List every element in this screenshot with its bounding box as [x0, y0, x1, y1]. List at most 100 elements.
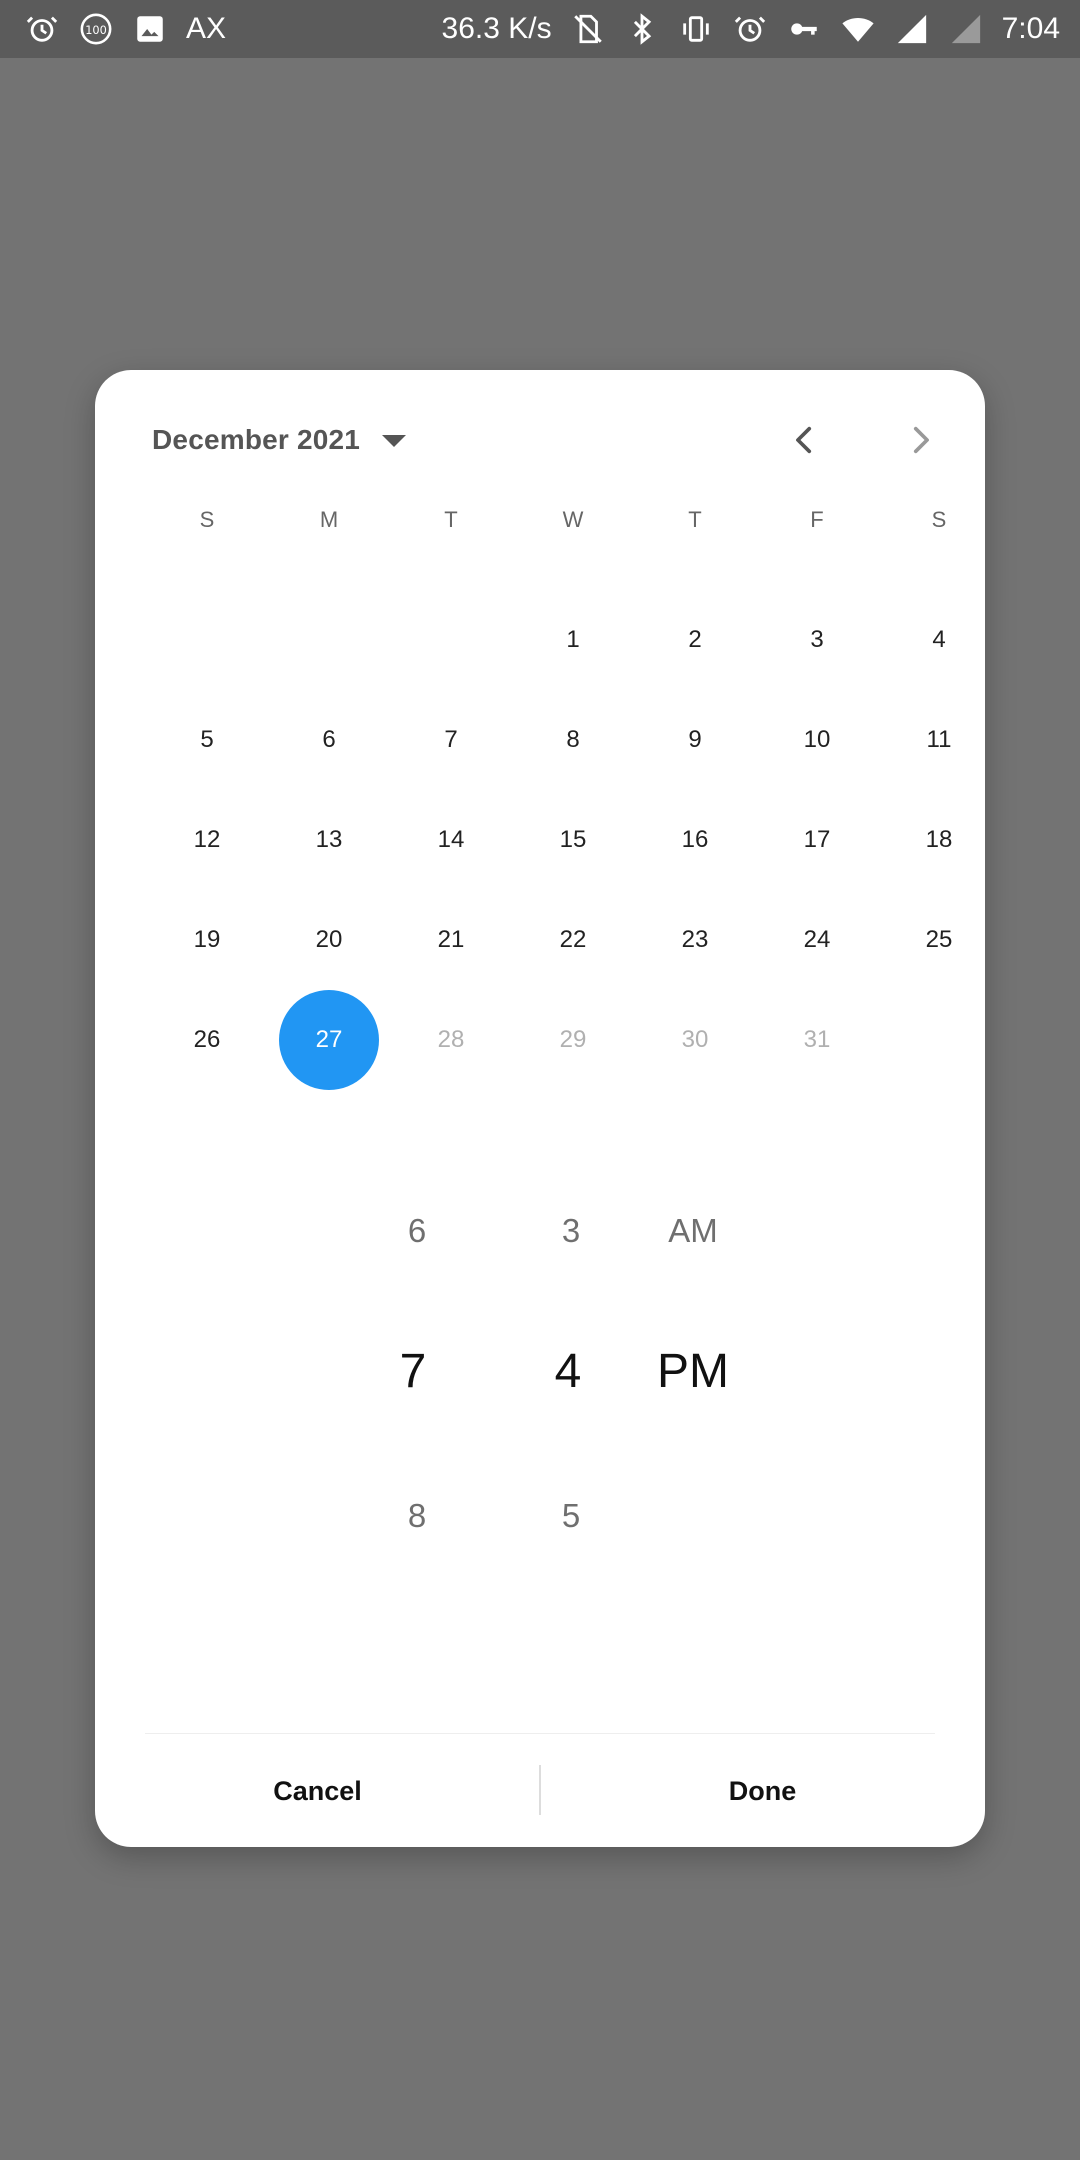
cancel-button[interactable]: Cancel	[95, 1735, 540, 1847]
signal-icon	[894, 11, 930, 47]
calendar-day-number: 12	[193, 826, 221, 853]
done-button[interactable]: Done	[540, 1735, 985, 1847]
calendar-day-number: 9	[688, 726, 702, 753]
status-left-text: AX	[186, 12, 227, 45]
calendar-day[interactable]: 19	[146, 890, 268, 990]
calendar-day-number: 6	[322, 726, 336, 753]
calendar-day[interactable]: 12	[146, 790, 268, 890]
calendar-day[interactable]: 18	[878, 790, 985, 890]
calendar-day-number: 17	[803, 826, 831, 853]
period-option-pm[interactable]: PM	[657, 1344, 729, 1399]
month-year-selector[interactable]: December 2021	[152, 410, 407, 470]
weekday-label: S	[199, 507, 215, 532]
svg-text:100: 100	[85, 23, 107, 37]
calendar-day-number: 7	[444, 726, 458, 753]
calendar-day[interactable]: 1	[512, 590, 634, 690]
calendar-day-number: 16	[681, 826, 709, 853]
weekday-header-row: S M T W T F S	[146, 490, 985, 550]
status-bar-right: 36.3 K/s 7:04	[442, 11, 1060, 47]
calendar-day[interactable]: 4	[878, 590, 985, 690]
calendar-day[interactable]: 31	[756, 990, 878, 1090]
calendar-day[interactable]: 9	[634, 690, 756, 790]
calendar-day[interactable]: 30	[634, 990, 756, 1090]
calendar-day[interactable]: 3	[756, 590, 878, 690]
calendar-day[interactable]: 10	[756, 690, 878, 790]
calendar-day[interactable]: 20	[268, 890, 390, 990]
calendar-day-number: 28	[437, 1026, 465, 1053]
calendar-day-number: 20	[315, 926, 343, 953]
calendar-day-number: 29	[559, 1026, 587, 1053]
calendar-day[interactable]: 6	[268, 690, 390, 790]
vibrate-icon	[678, 11, 714, 47]
alarm-icon	[24, 11, 60, 47]
calendar-day-selected[interactable]: 27	[268, 990, 390, 1090]
network-speed: 36.3 K/s	[441, 12, 552, 45]
calendar-day[interactable]: 15	[512, 790, 634, 890]
calendar-day-empty	[146, 590, 268, 690]
calendar-day[interactable]: 29	[512, 990, 634, 1090]
next-month-button[interactable]	[890, 410, 950, 470]
calendar-day[interactable]: 25	[878, 890, 985, 990]
minute-option-prev[interactable]: 3	[562, 1212, 580, 1250]
chevron-right-icon	[903, 423, 937, 457]
calendar-day-number: 5	[200, 726, 214, 753]
calendar-day[interactable]: 11	[878, 690, 985, 790]
calendar-day[interactable]: 8	[512, 690, 634, 790]
hour-option-prev[interactable]: 6	[408, 1212, 426, 1250]
calendar-day[interactable]: 28	[390, 990, 512, 1090]
calendar-day[interactable]: 2	[634, 590, 756, 690]
calendar-day-number: 31	[803, 1026, 831, 1053]
calendar-day[interactable]: 16	[634, 790, 756, 890]
weekday-label: T	[444, 507, 458, 532]
alarm-icon	[732, 11, 768, 47]
minute-option-next[interactable]: 5	[562, 1497, 580, 1535]
minute-option-selected[interactable]: 4	[555, 1344, 582, 1399]
calendar-day[interactable]: 17	[756, 790, 878, 890]
battery-100-icon: 100	[78, 11, 114, 47]
previous-month-button[interactable]	[775, 410, 835, 470]
calendar-header: December 2021	[95, 370, 985, 490]
calendar-day-number: 3	[810, 626, 824, 653]
calendar-day[interactable]: 13	[268, 790, 390, 890]
period-option-am[interactable]: AM	[668, 1212, 718, 1250]
chevron-left-icon	[788, 423, 822, 457]
hour-option-selected[interactable]: 7	[400, 1344, 427, 1399]
calendar-day[interactable]: 5	[146, 690, 268, 790]
calendar-day[interactable]: 24	[756, 890, 878, 990]
calendar-day-grid: 1 2 3 4 5 6 7 8 9 10 11 12 13 14 15 16 17 18 19 20 21 22 23 24 2…	[146, 590, 985, 1090]
calendar-day-empty	[878, 990, 985, 1090]
calendar-day[interactable]: 23	[634, 890, 756, 990]
status-bar-left: 100 AX	[24, 11, 226, 47]
weekday-label: M	[319, 507, 339, 532]
calendar-day-number: 19	[193, 926, 221, 953]
no-signal-icon	[948, 11, 984, 47]
calendar-day[interactable]: 7	[390, 690, 512, 790]
calendar-day[interactable]: 14	[390, 790, 512, 890]
hour-option-next[interactable]: 8	[408, 1497, 426, 1535]
calendar-day-empty	[390, 590, 512, 690]
calendar-day-number: 2	[688, 626, 702, 653]
calendar-day-number: 21	[437, 926, 465, 953]
weekday-label: F	[810, 507, 824, 532]
calendar-day-number: 1	[566, 626, 580, 653]
status-bar: 100 AX 36.3 K/s 7:04	[0, 0, 1080, 58]
calendar-day[interactable]: 22	[512, 890, 634, 990]
calendar-day-number: 26	[193, 1026, 221, 1053]
calendar-day-number: 25	[925, 926, 953, 953]
calendar-day[interactable]: 26	[146, 990, 268, 1090]
calendar-day-number: 4	[932, 626, 946, 653]
calendar-day-number: 27	[315, 1026, 343, 1053]
footer-divider	[145, 1733, 935, 1734]
wifi-icon	[840, 11, 876, 47]
vpn-key-icon	[786, 11, 822, 47]
calendar-day[interactable]: 21	[390, 890, 512, 990]
dropdown-arrow-icon	[382, 435, 407, 447]
date-time-picker-dialog: December 2021 S M T W T F S 1 2 3 4 5 6 7 8 9 10 1…	[95, 370, 985, 1847]
calendar-day-number: 10	[803, 726, 831, 753]
calendar-day-number: 13	[315, 826, 343, 853]
calendar-day-number: 22	[559, 926, 587, 953]
calendar-day-number: 15	[559, 826, 587, 853]
weekday-label: T	[688, 507, 702, 532]
calendar-day-number: 8	[566, 726, 580, 753]
image-icon	[132, 11, 168, 47]
